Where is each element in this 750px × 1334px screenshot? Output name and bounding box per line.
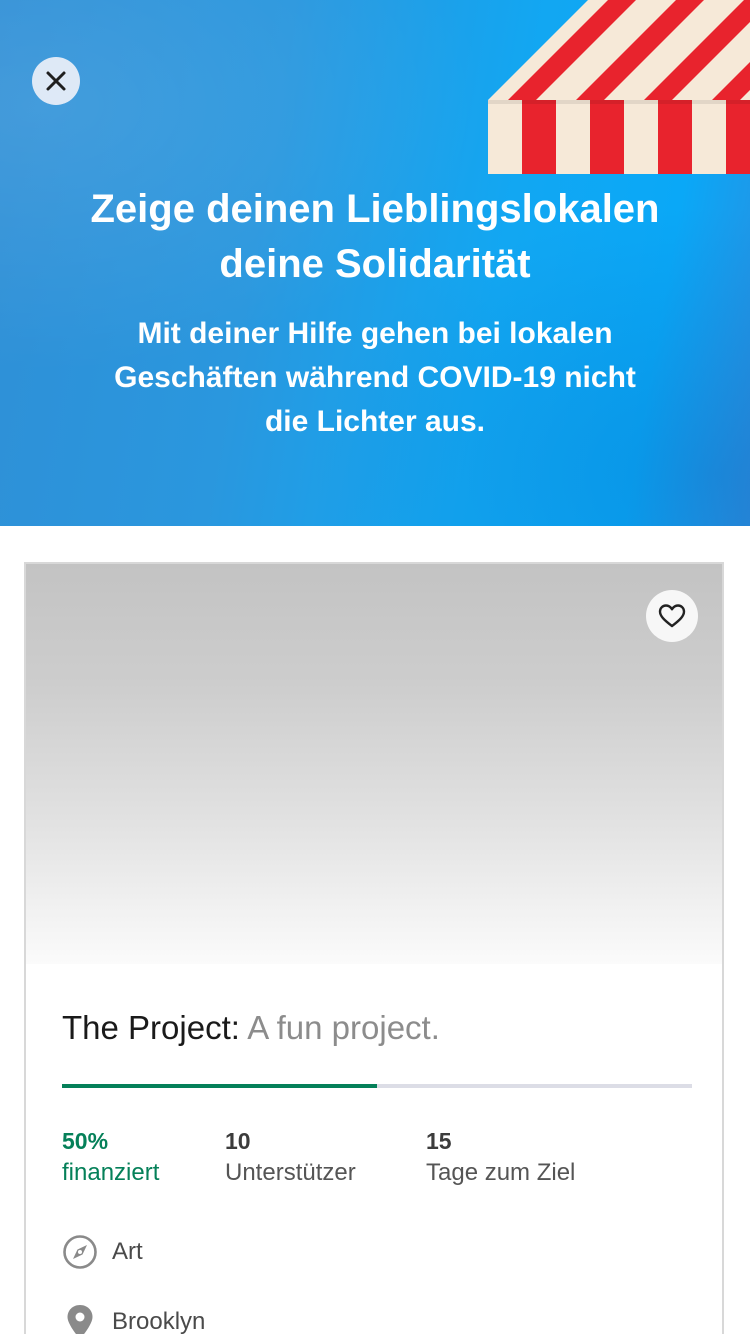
stat-backers: 10 Unterstützer <box>225 1126 356 1190</box>
compass-icon <box>62 1234 98 1270</box>
funding-progress-fill <box>62 1084 377 1088</box>
hero-banner: Zeige deinen Lieblingslokalen deine Soli… <box>0 0 750 526</box>
heart-outline-icon <box>658 604 686 628</box>
location-row[interactable]: Brooklyn <box>62 1304 205 1334</box>
close-icon <box>46 71 66 91</box>
stat-backers-label: Unterstützer <box>225 1159 356 1186</box>
category-row[interactable]: Art <box>62 1234 143 1270</box>
hero-subtitle: Mit deiner Hilfe gehen bei lokalen Gesch… <box>60 312 690 444</box>
hero-subtitle-line-3: die Lichter aus. <box>264 405 486 438</box>
hero-subtitle-line-2: Geschäften während COVID-19 nicht <box>114 361 636 394</box>
stat-days-value: 15 <box>426 1128 452 1154</box>
favorite-button[interactable] <box>646 590 698 642</box>
stat-backers-value: 10 <box>225 1128 251 1154</box>
project-title[interactable]: The Project: A fun project. <box>62 1008 440 1048</box>
hero-title-line-1: Zeige deinen Lieblingslokalen <box>90 187 660 231</box>
location-label: Brooklyn <box>112 1308 206 1334</box>
awning-illustration <box>488 0 750 174</box>
project-image[interactable] <box>26 564 722 964</box>
project-blurb: A fun project. <box>239 1009 440 1046</box>
project-card[interactable]: The Project: A fun project. 50% finanzie… <box>24 562 724 1334</box>
page: Zeige deinen Lieblingslokalen deine Soli… <box>0 0 750 1334</box>
hero-title: Zeige deinen Lieblingslokalen deine Soli… <box>40 182 710 292</box>
stat-funded-label: finanziert <box>62 1159 160 1186</box>
project-name: The Project: <box>62 1009 240 1046</box>
stat-days-label: Tage zum Ziel <box>426 1159 576 1186</box>
hero-subtitle-line-1: Mit deiner Hilfe gehen bei lokalen <box>137 317 613 350</box>
stat-funded: 50% finanziert <box>62 1126 159 1190</box>
close-button[interactable] <box>32 57 80 105</box>
location-pin-icon <box>62 1304 98 1334</box>
funding-progress-bar <box>62 1084 692 1088</box>
category-label: Art <box>112 1238 143 1265</box>
stat-funded-value: 50% <box>62 1128 109 1154</box>
stat-days: 15 Tage zum Ziel <box>426 1126 575 1190</box>
hero-title-line-2: deine Solidarität <box>219 242 531 286</box>
